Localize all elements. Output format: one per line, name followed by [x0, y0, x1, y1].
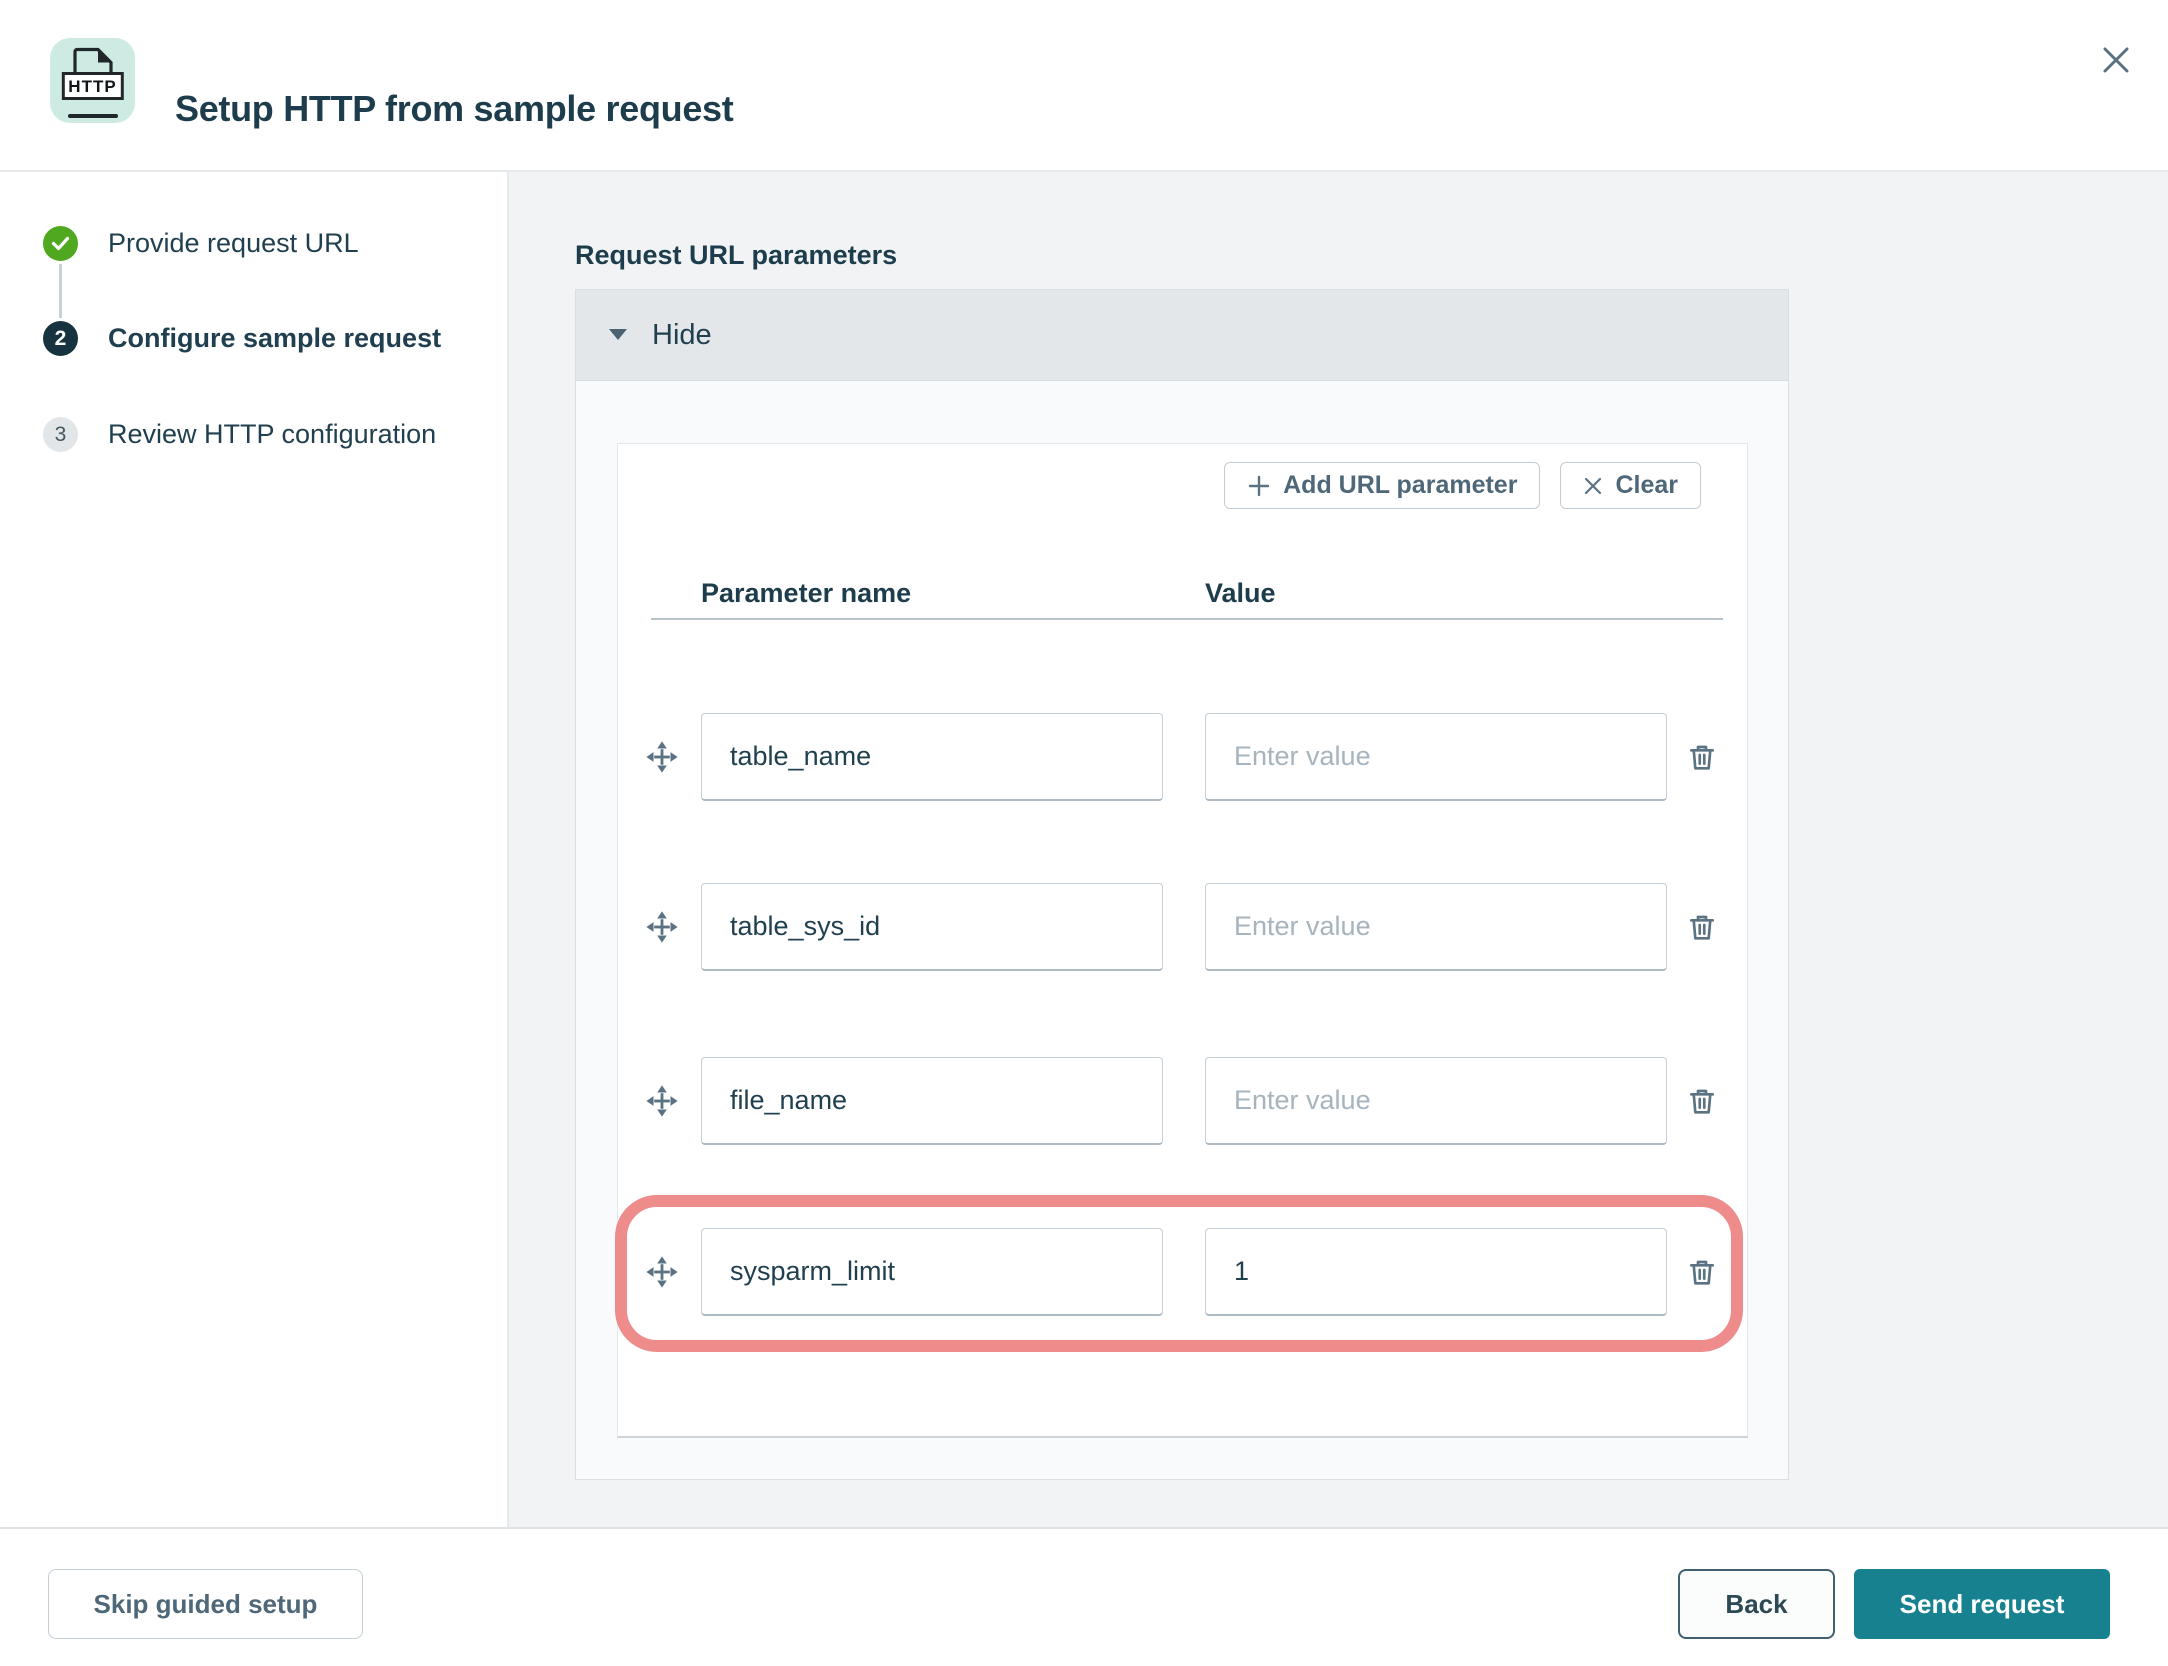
plus-icon: [1248, 475, 1270, 496]
parameter-value-input[interactable]: [1205, 883, 1667, 971]
send-request-button[interactable]: Send request: [1854, 1569, 2110, 1639]
param-row-table-name: [618, 713, 1747, 801]
step-number-badge: 2: [43, 321, 78, 356]
step-label: Review HTTP configuration: [108, 419, 437, 449]
parameter-name-input[interactable]: [701, 883, 1163, 971]
chevron-down-icon: [609, 329, 627, 340]
parameter-value-input[interactable]: [1205, 1228, 1667, 1316]
url-parameters-panel: Hide Add URL parameter Clear Parameter n…: [575, 289, 1789, 1480]
add-url-parameter-label: Add URL parameter: [1283, 471, 1518, 499]
param-row-sysparm-limit: [618, 1228, 1747, 1316]
check-icon: [43, 226, 78, 261]
param-row-file-name: [618, 1057, 1747, 1145]
step-review-http-configuration[interactable]: 3 Review HTTP configuration: [43, 417, 436, 452]
drag-handle-icon[interactable]: [644, 910, 680, 946]
close-icon[interactable]: [2094, 38, 2138, 82]
wizard-steps-sidebar: Provide request URL 2 Configure sample r…: [0, 172, 509, 1527]
clear-button[interactable]: Clear: [1560, 462, 1701, 509]
page-title: Setup HTTP from sample request: [175, 88, 734, 130]
step-label: Provide request URL: [108, 228, 359, 258]
step-number-badge: 3: [43, 417, 78, 452]
column-header-parameter-name: Parameter name: [701, 578, 912, 608]
trash-icon[interactable]: [1684, 910, 1720, 946]
trash-icon[interactable]: [1684, 740, 1720, 776]
step-provide-request-url[interactable]: Provide request URL: [43, 226, 359, 261]
back-button[interactable]: Back: [1678, 1569, 1835, 1639]
setup-http-dialog: HTTP Setup HTTP from sample request Prov…: [0, 0, 2168, 1666]
trash-icon[interactable]: [1684, 1255, 1720, 1291]
http-file-icon: HTTP: [50, 38, 135, 123]
column-header-value: Value: [1205, 578, 1276, 608]
drag-handle-icon[interactable]: [644, 740, 680, 776]
clear-x-icon: [1585, 477, 1602, 494]
step-configure-sample-request[interactable]: 2 Configure sample request: [43, 321, 441, 356]
parameter-name-input[interactable]: [701, 1057, 1163, 1145]
add-url-parameter-button[interactable]: Add URL parameter: [1224, 462, 1541, 509]
step-label: Configure sample request: [108, 323, 442, 353]
http-icon-label: HTTP: [61, 72, 124, 100]
trash-icon[interactable]: [1684, 1084, 1720, 1120]
table-header-divider: [651, 618, 1723, 620]
collapse-label: Hide: [652, 318, 712, 351]
parameter-name-input[interactable]: [701, 713, 1163, 801]
step-connector-line: [59, 264, 62, 318]
dialog-footer: Skip guided setup Back Send request: [0, 1527, 2168, 1666]
parameter-name-input[interactable]: [701, 1228, 1163, 1316]
param-row-table-sys-id: [618, 883, 1747, 971]
drag-handle-icon[interactable]: [644, 1084, 680, 1120]
skip-guided-setup-button[interactable]: Skip guided setup: [48, 1569, 363, 1639]
clear-label: Clear: [1615, 471, 1678, 499]
http-icon-underline: [67, 114, 118, 118]
section-title: Request URL parameters: [575, 240, 898, 271]
parameters-toolbar: Add URL parameter Clear: [1224, 462, 1701, 509]
main-content: Request URL parameters Hide Add URL para…: [509, 172, 2168, 1527]
parameter-value-input[interactable]: [1205, 713, 1667, 801]
drag-handle-icon[interactable]: [644, 1255, 680, 1291]
collapse-toggle[interactable]: Hide: [576, 290, 1788, 381]
parameters-card: Add URL parameter Clear Parameter name V…: [615, 443, 1748, 1438]
parameter-value-input[interactable]: [1205, 1057, 1667, 1145]
dialog-header: HTTP Setup HTTP from sample request: [0, 0, 2168, 172]
